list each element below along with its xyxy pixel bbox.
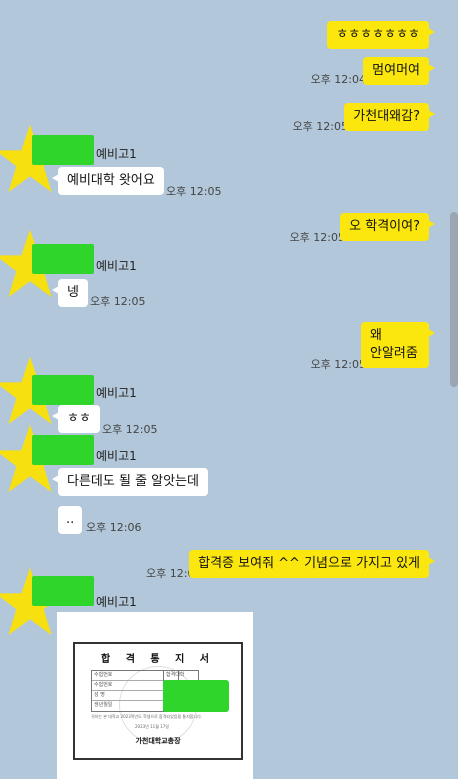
timestamp: 오후 12:04 <box>310 73 366 86</box>
green-redaction <box>32 135 94 165</box>
my-message[interactable]: ㅎㅎㅎㅎㅎㅎㅎ <box>327 21 435 49</box>
green-redaction <box>32 576 94 606</box>
green-redaction <box>32 244 94 274</box>
scrollbar[interactable] <box>450 212 458 387</box>
timestamp: 오후 12:05 <box>289 231 345 244</box>
green-redaction <box>163 680 229 712</box>
timestamp: 오후 12:05 <box>292 120 348 133</box>
sender-name: 예비고1 <box>96 147 137 161</box>
message-text: 예비대학 왓어요 <box>67 173 155 188</box>
message-text: 왜 <box>370 328 382 343</box>
message-text: ㅎㅎ <box>67 411 91 426</box>
message-text: .. <box>66 512 75 527</box>
message-text: 다른데도 될 줄 알앗는데 <box>67 474 199 489</box>
image-attachment[interactable]: 합 격 통 지 서 수험번호 수험번호 성 명 생년월일 합격대학 귀하는 본 … <box>57 612 253 779</box>
sender-name: 예비고1 <box>96 259 137 273</box>
timestamp: 오후 12:06 <box>86 521 142 534</box>
sender-name: 예비고1 <box>96 449 137 463</box>
message-text: ㅎㅎㅎㅎㅎㅎㅎ <box>336 27 420 42</box>
my-message[interactable]: 가천대왜감? <box>344 103 435 131</box>
message-text: 멈여머여 <box>372 63 420 78</box>
other-message[interactable]: 넹 <box>52 279 88 307</box>
message-text: 오 학격이여? <box>349 219 420 234</box>
letter-note: 귀하는 본 대학교 2023학년도 학생으로 합격되었음을 통지합니다. <box>91 714 203 719</box>
my-message[interactable]: 오 학격이여? <box>340 213 435 241</box>
message-text: 가천대왜감? <box>353 109 420 124</box>
other-message[interactable]: 예비대학 왓어요 <box>52 167 164 195</box>
timestamp: 오후 12:05 <box>166 185 222 198</box>
letter-date: 2023년 11월 17일 <box>135 724 169 729</box>
message-text: 합격증 보여줘 ^^ 기념으로 가지고 있게 <box>198 556 420 571</box>
my-message[interactable]: 멈여머여 <box>363 57 435 85</box>
my-message[interactable]: 왜 안알려줌 <box>361 322 435 368</box>
message-text: 넹 <box>67 285 79 300</box>
other-message[interactable]: .. <box>58 506 83 534</box>
sender-name: 예비고1 <box>96 595 137 609</box>
timestamp: 오후 12:05 <box>90 295 146 308</box>
other-message[interactable]: 다른데도 될 줄 알앗는데 <box>52 468 208 496</box>
timestamp: 오후 12:05 <box>102 423 158 436</box>
sender-name: 예비고1 <box>96 386 137 400</box>
my-message[interactable]: 합격증 보여줘 ^^ 기념으로 가지고 있게 <box>189 550 435 578</box>
green-redaction <box>32 375 94 405</box>
timestamp: 오후 12:05 <box>310 358 366 371</box>
acceptance-letter: 합 격 통 지 서 수험번호 수험번호 성 명 생년월일 합격대학 귀하는 본 … <box>73 642 243 760</box>
letter-issuer: 가천대학교총장 <box>135 737 181 745</box>
green-redaction <box>32 435 94 465</box>
message-text: 안알려줌 <box>370 346 418 361</box>
letter-title: 합 격 통 지 서 <box>101 654 215 665</box>
